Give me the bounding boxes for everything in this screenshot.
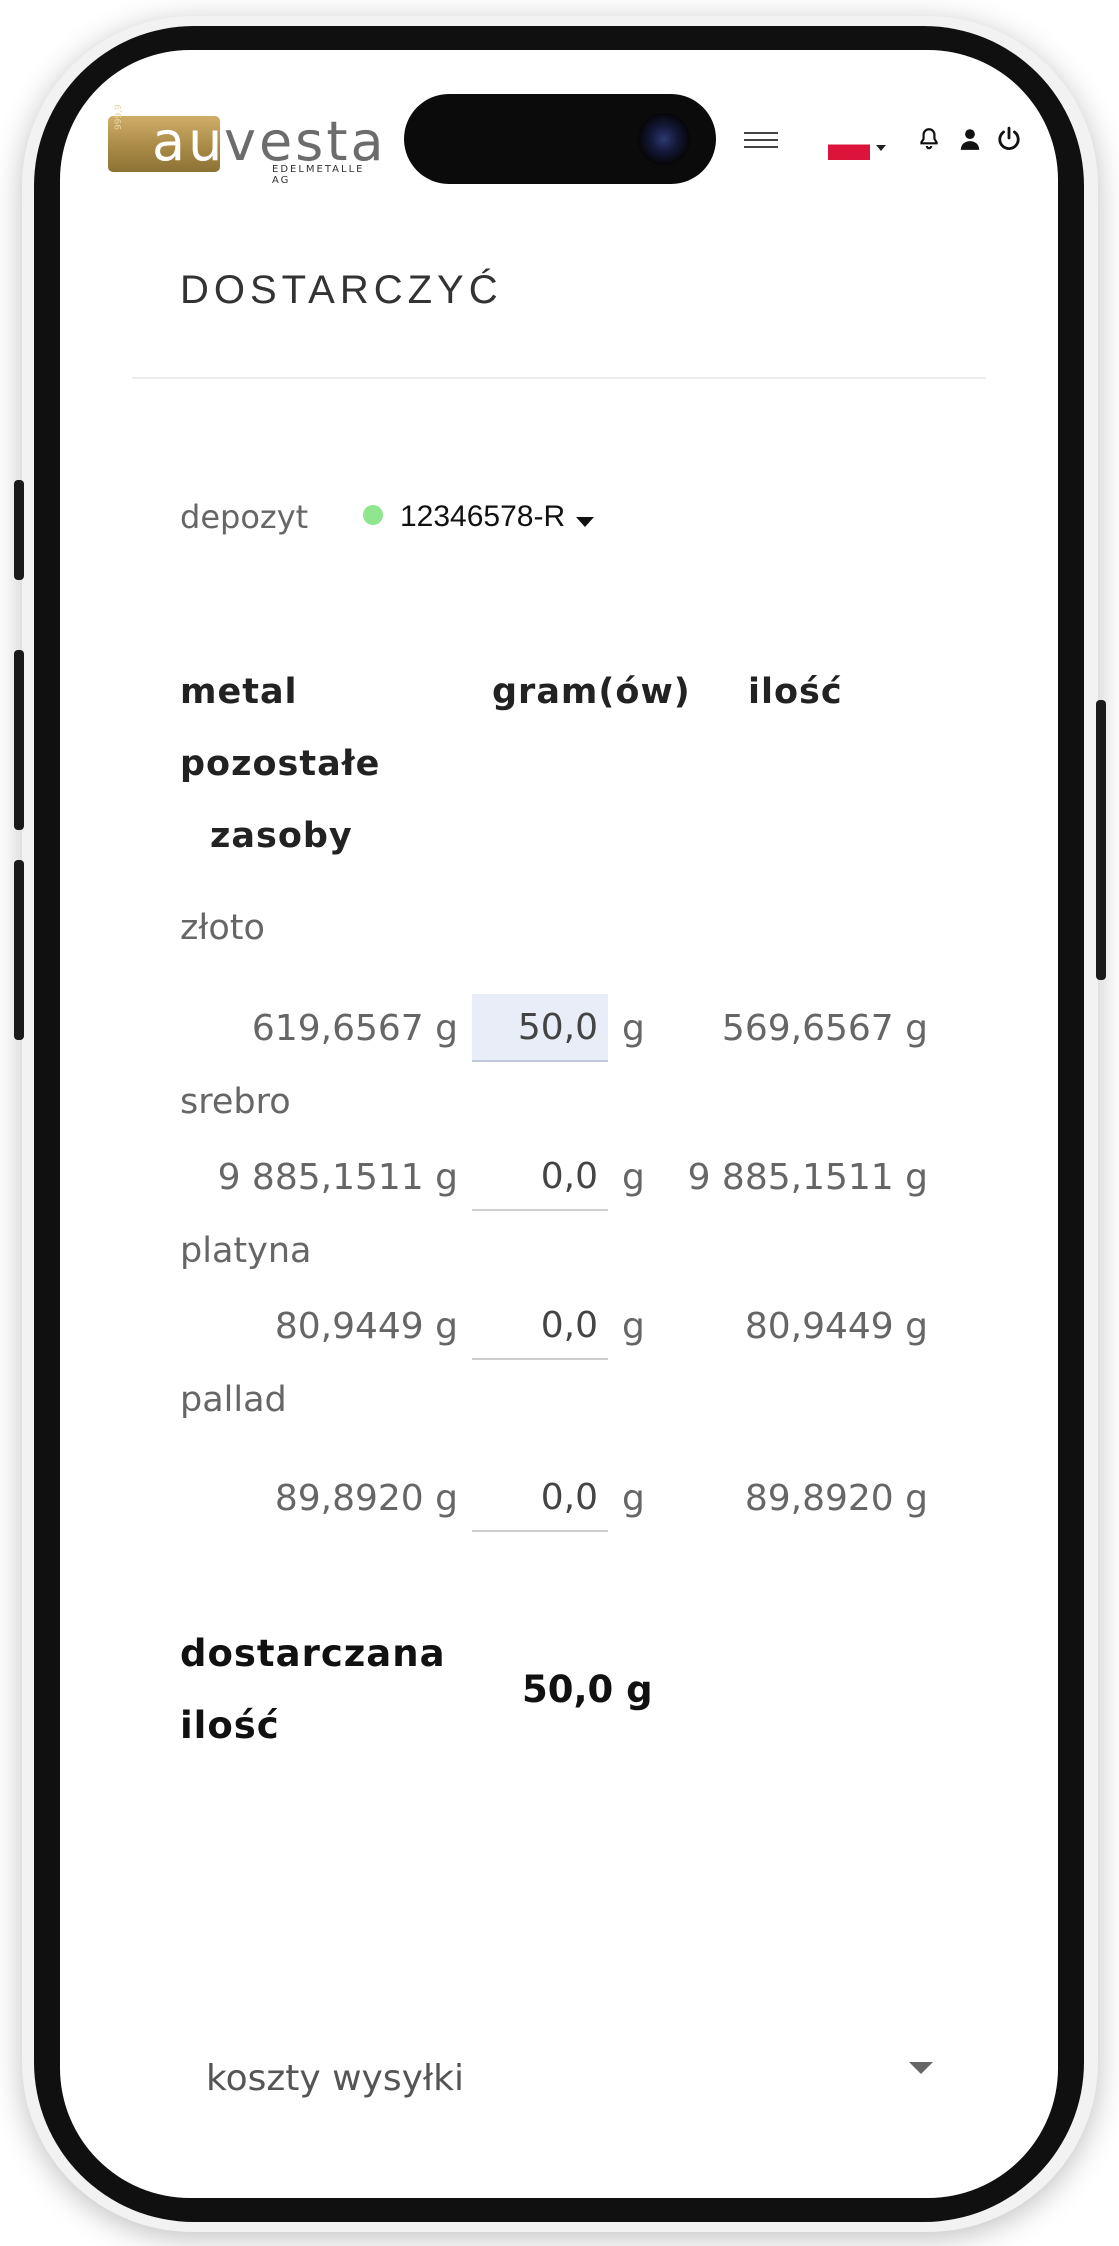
column-header-remaining: pozostałe	[180, 744, 381, 784]
page-title: DOSTARCZYĆ	[180, 268, 503, 312]
available-gold: 619,6567 g	[251, 1008, 458, 1049]
bell-icon[interactable]	[916, 126, 942, 152]
menu-icon[interactable]	[744, 128, 778, 152]
total-label: dostarczana ilość	[180, 1632, 446, 1747]
remaining-platinum: 80,9449 g	[744, 1306, 928, 1347]
available-silver: 9 885,1511 g	[217, 1157, 458, 1198]
available-platinum: 80,9449 g	[274, 1306, 458, 1347]
dynamic-island	[404, 94, 716, 184]
remaining-palladium: 89,8920 g	[744, 1478, 928, 1519]
amount-input-palladium[interactable]	[472, 1464, 608, 1532]
deposit-label: depozyt	[180, 498, 309, 536]
logo-subtitle: EDELMETALLE AG	[272, 164, 365, 186]
phone-side-button	[14, 860, 24, 1040]
unit-palladium: g	[622, 1478, 645, 1519]
unit-platinum: g	[622, 1306, 645, 1347]
metal-name-silver: srebro	[180, 1082, 291, 1122]
total-value: 50,0 g	[522, 1668, 653, 1711]
available-palladium: 89,8920 g	[274, 1478, 458, 1519]
shipping-costs-toggle[interactable]: koszty wysyłki	[206, 2058, 464, 2099]
remaining-silver: 9 885,1511 g	[687, 1157, 928, 1198]
chevron-down-icon	[576, 516, 595, 527]
column-header-quantity: ilość	[748, 672, 843, 712]
unit-silver: g	[622, 1157, 645, 1198]
chevron-down-icon[interactable]	[909, 2062, 933, 2074]
deposit-status-dot	[363, 505, 383, 525]
chevron-down-icon[interactable]	[876, 145, 886, 151]
power-icon[interactable]	[996, 126, 1022, 152]
metal-name-platinum: platyna	[180, 1231, 312, 1271]
column-header-remaining-cont: zasoby	[210, 816, 353, 856]
unit-gold: g	[622, 1008, 645, 1049]
logo-mark: 999,9	[114, 104, 124, 130]
phone-side-button	[14, 650, 24, 830]
auvesta-logo[interactable]: 999,9 au vesta EDELMETALLE AG	[108, 104, 384, 186]
column-header-grams: gram(ów)	[492, 672, 691, 712]
deposit-value: 12346578-R	[400, 500, 566, 533]
amount-input-silver[interactable]	[472, 1143, 608, 1211]
remaining-gold: 569,6567 g	[721, 1008, 928, 1049]
camera-icon	[638, 113, 690, 165]
pl-flag-icon[interactable]	[828, 138, 870, 160]
metal-name-palladium: pallad	[180, 1380, 287, 1420]
phone-side-button	[14, 480, 24, 580]
amount-input-gold[interactable]	[472, 994, 608, 1062]
deposit-select[interactable]: 12346578-R	[400, 500, 595, 540]
title-divider	[132, 377, 986, 379]
phone-screen: 999,9 au vesta EDELMETALLE AG DOSTARCZYĆ…	[60, 50, 1058, 2198]
phone-side-button	[1096, 700, 1106, 980]
logo-text-au: au	[152, 110, 226, 173]
amount-input-platinum[interactable]	[472, 1292, 608, 1360]
user-icon[interactable]	[957, 126, 983, 152]
metal-name-gold: złoto	[180, 908, 265, 948]
column-header-metal: metal	[180, 672, 298, 712]
